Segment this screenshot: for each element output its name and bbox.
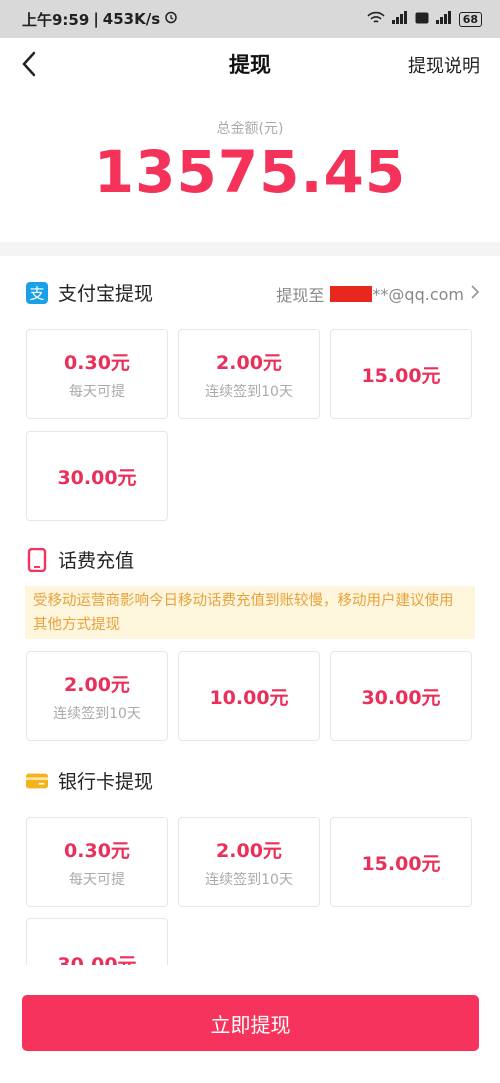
alipay-account-selector[interactable]: 提现至 **@qq.com bbox=[276, 282, 480, 306]
bank-section-header: 银行卡提现 bbox=[26, 767, 153, 794]
status-speed: 453K/s bbox=[102, 10, 161, 28]
status-time: 上午9:59 bbox=[22, 10, 90, 29]
wifi-icon bbox=[367, 11, 385, 28]
phone-recharge-notice: 受移动运营商影响今日移动话费充值到账较慢，移动用户建议使用其他方式提现 bbox=[25, 586, 475, 639]
alipay-icon: 支 bbox=[26, 281, 48, 304]
hd-icon bbox=[415, 12, 429, 27]
signal-icon bbox=[391, 10, 409, 28]
total-panel: 总金额(元) 13575.45 bbox=[0, 90, 500, 242]
total-amount: 13575.45 bbox=[93, 138, 407, 206]
phone-section-header: 话费充值 bbox=[26, 546, 134, 573]
battery-icon: 68 bbox=[458, 11, 482, 27]
alipay-option-15.00[interactable]: 15.00元 bbox=[330, 329, 472, 419]
alipay-target-prefix: 提现至 bbox=[276, 286, 325, 305]
nav-bar: 提现 提现说明 bbox=[0, 38, 500, 90]
total-label: 总金额(元) bbox=[216, 121, 284, 137]
alipay-option-30.00[interactable]: 30.00元 bbox=[26, 431, 168, 521]
bank-option-2.00[interactable]: 2.00元 连续签到10天 bbox=[178, 817, 320, 907]
alipay-option-0.30[interactable]: 0.30元 每天可提 bbox=[26, 329, 168, 419]
alipay-section-title: 支付宝提现 bbox=[58, 283, 154, 305]
alarm-icon bbox=[164, 10, 178, 28]
phone-option-30.00[interactable]: 30.00元 bbox=[330, 651, 472, 741]
bank-card-icon bbox=[26, 770, 48, 792]
redacted-account-mask bbox=[330, 286, 373, 302]
signal-icon-2 bbox=[435, 10, 453, 28]
page-title: 提现 bbox=[229, 53, 271, 77]
alipay-target-account: **@qq.com bbox=[372, 284, 464, 304]
withdraw-help-link[interactable]: 提现说明 bbox=[408, 52, 480, 78]
phone-option-2.00[interactable]: 2.00元 连续签到10天 bbox=[26, 651, 168, 741]
alipay-section-header: 支 支付宝提现 bbox=[26, 279, 153, 306]
bank-option-15.00[interactable]: 15.00元 bbox=[330, 817, 472, 907]
status-bar: 上午9:59 | 453K/s 68 bbox=[0, 0, 500, 38]
bank-section-title: 银行卡提现 bbox=[58, 771, 154, 793]
phone-section-title: 话费充值 bbox=[58, 550, 135, 572]
alipay-option-2.00[interactable]: 2.00元 连续签到10天 bbox=[178, 329, 320, 419]
withdraw-now-button[interactable]: 立即提现 bbox=[22, 995, 479, 1051]
svg-text:支: 支 bbox=[29, 284, 44, 302]
section-divider bbox=[0, 242, 500, 256]
chevron-right-icon bbox=[470, 284, 480, 304]
phone-option-10.00[interactable]: 10.00元 bbox=[178, 651, 320, 741]
back-icon[interactable] bbox=[20, 50, 48, 78]
phone-icon bbox=[26, 547, 48, 572]
bank-option-0.30[interactable]: 0.30元 每天可提 bbox=[26, 817, 168, 907]
